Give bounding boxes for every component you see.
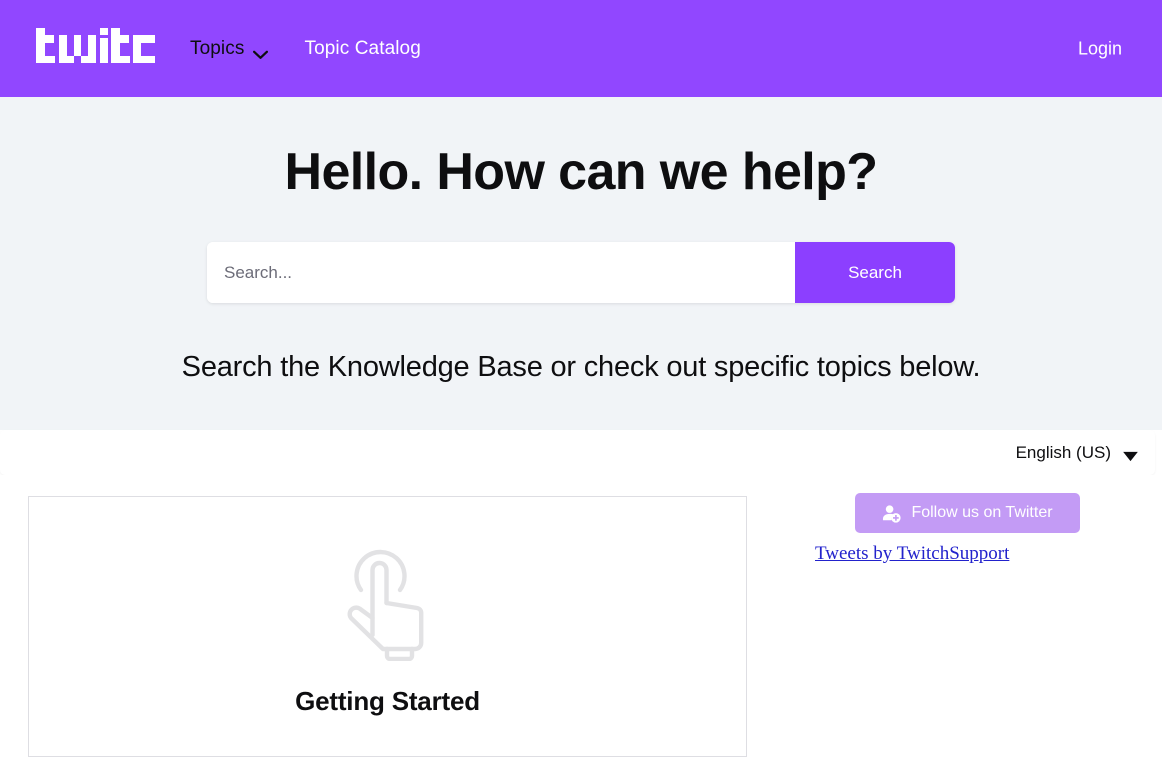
nav-item-topics-label: Topics [190,38,244,60]
search-button[interactable]: Search [795,242,955,303]
search-bar: Search [207,242,955,303]
topic-card-title: Getting Started [295,686,480,717]
chevron-down-icon [253,44,268,54]
add-person-icon [882,504,901,523]
nav-item-topic-catalog[interactable]: Topic Catalog [304,38,420,60]
topic-card-getting-started[interactable]: Getting Started [28,496,747,757]
nav-item-topics[interactable]: Topics [190,38,268,60]
site-header: Topics Topic Catalog Login [0,0,1162,97]
twitch-wordmark-logo[interactable] [36,28,156,70]
login-button[interactable]: Login [1078,38,1122,59]
search-input[interactable] [207,242,795,303]
hero-subtitle: Search the Knowledge Base or check out s… [0,351,1162,384]
follow-us-on-twitter-label: Follow us on Twitter [911,504,1052,522]
topics-column: Getting Started [0,475,775,783]
hero-section: Hello. How can we help? Search Search th… [0,97,1162,420]
one-finger-tap-gesture-icon [343,539,433,661]
language-selector-label: English (US) [1016,443,1111,463]
caret-down-icon [1122,447,1139,458]
follow-us-on-twitter-button[interactable]: Follow us on Twitter [855,493,1080,533]
tweets-by-twitchsupport-link[interactable]: Tweets by TwitchSupport [815,543,1009,565]
twitter-column: Follow us on Twitter Tweets by TwitchSup… [775,475,1162,783]
main-content: Getting Started Follow us on Twitter Twe… [0,475,1162,783]
language-bar: English (US) [0,430,1155,475]
page-title: Hello. How can we help? [0,144,1162,201]
nav-item-topic-catalog-label: Topic Catalog [304,38,420,60]
language-bar-spacer [0,420,1162,430]
language-selector[interactable]: English (US) [1016,443,1139,463]
primary-nav: Topics Topic Catalog [190,38,421,60]
